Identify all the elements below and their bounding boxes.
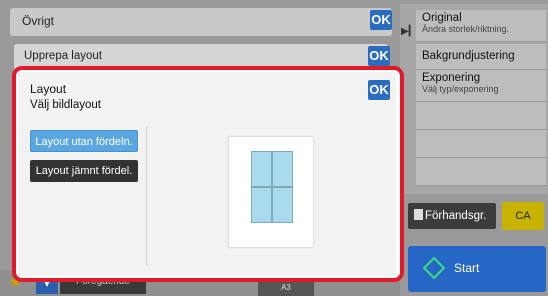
right-item-subtitle: Välj typ/exponering (422, 84, 499, 94)
right-item-title: Bakgrundjustering (422, 50, 515, 62)
ca-button[interactable]: CA (502, 202, 544, 230)
preview-button[interactable]: Förhandsgr. (408, 203, 496, 229)
ovrigt-ok-button[interactable]: OK (370, 10, 392, 30)
repeat-layout-ok-button[interactable]: OK (368, 46, 390, 66)
section-bar-ovrigt: Övrigt (10, 8, 392, 36)
layout-dialog: Layout Välj bildlayout OK Layout utan fö… (18, 72, 396, 276)
layout-option-uneven[interactable]: Layout utan fördeln. (30, 130, 138, 152)
start-button[interactable]: Start (408, 246, 546, 292)
expand-arrow-icon[interactable]: ▶▎ (401, 26, 416, 37)
right-item-subtitle: Ändra storlek/riktning. (422, 24, 510, 34)
dialog-ok-button[interactable]: OK (368, 80, 390, 100)
divider (146, 126, 147, 266)
dialog-title: Layout (30, 82, 67, 96)
repeat-layout-label: Upprepa layout (24, 50, 102, 62)
layout-pane (252, 152, 271, 186)
right-item-empty-2 (416, 130, 546, 158)
preview-label: Förhandsgr. (425, 210, 487, 222)
right-item-background[interactable]: Bakgrundjustering (416, 44, 546, 70)
start-label: Start (454, 261, 480, 275)
right-item-original[interactable]: Original Ändra storlek/riktning. (416, 10, 546, 42)
paper-size-tab: A3 (258, 280, 314, 296)
section-label: Övrigt (22, 14, 55, 28)
layout-pane (252, 188, 271, 222)
right-item-empty-3 (416, 158, 546, 186)
start-icon (422, 256, 446, 280)
right-item-title: Original (422, 12, 462, 24)
layout-pane (273, 152, 292, 186)
right-item-empty-1 (416, 102, 546, 130)
dialog-subtitle: Välj bildlayout (30, 99, 101, 111)
layout-pane (273, 188, 292, 222)
right-item-title: Exponering (422, 72, 481, 84)
layout-option-even[interactable]: Layout jämnt fördel. (30, 160, 138, 182)
layout-preview (228, 136, 314, 248)
right-item-exposure[interactable]: Exponering Välj typ/exponering (416, 70, 546, 102)
preview-icon (414, 209, 423, 220)
layout-preview-grid (251, 151, 293, 223)
